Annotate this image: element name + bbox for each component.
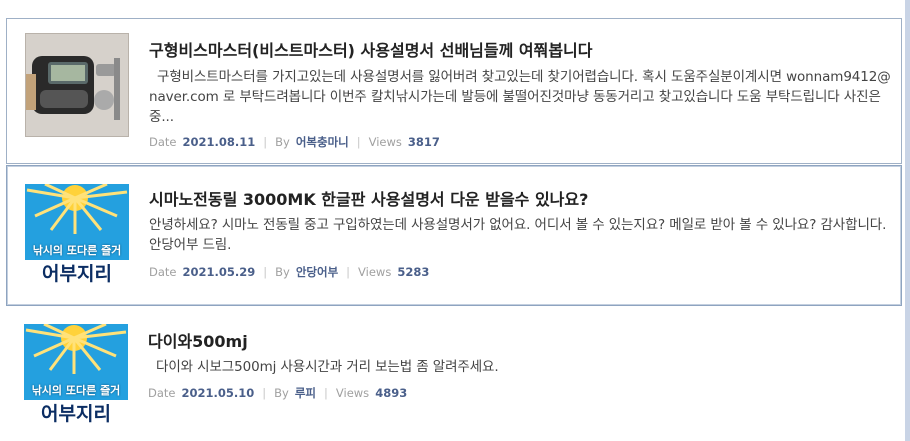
post-excerpt-text: 다이와 시보그500mj 사용시간과 거리 보는법 좀 알려주세요. xyxy=(156,359,499,375)
post-date: 2021.05.10 xyxy=(181,386,255,400)
post-date: 2021.08.11 xyxy=(182,135,256,149)
post-excerpt: 다이와 시보그500mj 사용시간과 거리 보는법 좀 알려주세요. xyxy=(148,357,893,377)
post-title[interactable]: 구형비스마스터(비스트마스터) 사용설명서 선배님들께 여쭤봅니다 xyxy=(149,37,593,61)
post-excerpt-text: 구형비스트마스터를 가지고있는데 사용설명서를 잃어버려 찾고있는데 찾기어렵습… xyxy=(149,69,891,125)
views-label: Views xyxy=(335,386,370,400)
post-views: 3817 xyxy=(407,135,440,149)
banner-slogan: 낚시의 또다른 즐거 xyxy=(31,384,121,397)
banner-logo-text: 어부지리 xyxy=(24,400,128,428)
by-label: By xyxy=(274,386,289,400)
meta-divider: | xyxy=(356,135,361,149)
meta-divider: | xyxy=(263,265,268,279)
post-thumbnail[interactable]: 낚시의 또다른 즐거 어부지리 xyxy=(24,324,128,428)
fishing-reel-photo-icon xyxy=(26,34,128,136)
post-item[interactable]: 낚시의 또다른 즐거 어부지리 시마노전동릴 3000MK 한글판 사용설명서 … xyxy=(6,165,902,306)
post-author[interactable]: 안당어부 xyxy=(296,265,338,279)
post-meta: Date 2021.05.10 | By 루피 | Views 4893 xyxy=(148,385,407,401)
by-label: By xyxy=(275,135,290,149)
scrollbar[interactable] xyxy=(905,0,910,441)
post-date: 2021.05.29 xyxy=(182,265,256,279)
post-excerpt: 구형비스트마스터를 가지고있는데 사용설명서를 잃어버려 찾고있는데 찾기어렵습… xyxy=(149,67,894,127)
post-thumbnail[interactable] xyxy=(25,33,129,137)
meta-divider: | xyxy=(324,386,328,400)
post-meta: Date 2021.05.29 | By 안당어부 | Views 5283 xyxy=(149,264,429,280)
meta-divider: | xyxy=(262,386,267,400)
post-author[interactable]: 어복충마니 xyxy=(296,135,349,149)
views-label: Views xyxy=(368,135,402,149)
post-item[interactable]: 구형비스마스터(비스트마스터) 사용설명서 선배님들께 여쭤봅니다 구형비스트마… xyxy=(6,18,902,164)
post-title[interactable]: 시마노전동릴 3000MK 한글판 사용설명서 다운 받을수 있나요? xyxy=(149,186,588,210)
post-meta: Date 2021.08.11 | By 어복충마니 | Views 3817 xyxy=(149,134,440,150)
post-author[interactable]: 루피 xyxy=(295,386,316,400)
banner-logo-text: 어부지리 xyxy=(25,260,129,288)
post-excerpt: 안녕하세요? 시마노 전동릴 중고 구입하였는데 사용설명서가 없어요. 어디서… xyxy=(149,215,894,255)
banner-slogan: 낚시의 또다른 즐거 xyxy=(32,244,122,257)
post-excerpt-text: 안녕하세요? 시마노 전동릴 중고 구입하였는데 사용설명서가 없어요. 어디서… xyxy=(149,217,887,253)
date-label: Date xyxy=(149,135,177,149)
post-item[interactable]: 낚시의 또다른 즐거 어부지리 다이와500mj 다이와 시보그500mj 사용… xyxy=(6,308,902,441)
post-views: 5283 xyxy=(397,265,430,279)
post-views: 4893 xyxy=(375,386,408,400)
post-title[interactable]: 다이와500mj xyxy=(148,328,248,352)
meta-divider: | xyxy=(263,135,268,149)
meta-divider: | xyxy=(346,265,351,279)
by-label: By xyxy=(275,265,290,279)
date-label: Date xyxy=(148,386,176,400)
date-label: Date xyxy=(149,265,177,279)
post-thumbnail[interactable]: 낚시의 또다른 즐거 어부지리 xyxy=(25,184,129,288)
views-label: Views xyxy=(358,265,392,279)
